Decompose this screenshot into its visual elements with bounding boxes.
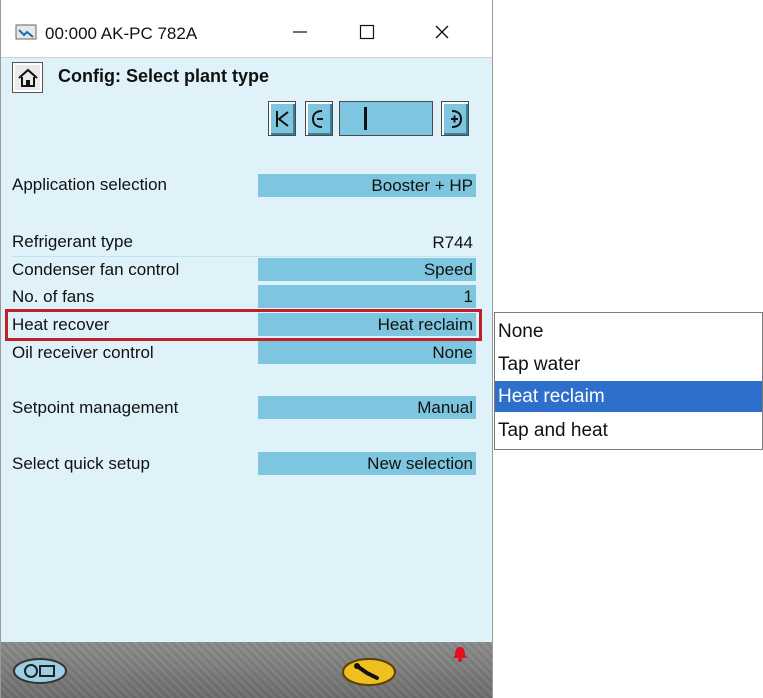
first-page-icon: [276, 110, 289, 127]
label-condenser-fan-control: Condenser fan control: [12, 260, 180, 279]
dropdown-option-tap-water[interactable]: Tap water: [495, 349, 762, 380]
dropdown-option-none[interactable]: None: [495, 316, 762, 347]
value-oil-receiver-control[interactable]: None: [258, 341, 476, 364]
alarm-bell-icon[interactable]: [452, 646, 468, 662]
value-select-quick-setup[interactable]: New selection: [258, 452, 476, 475]
home-button[interactable]: [12, 62, 43, 93]
label-oil-receiver-control: Oil receiver control: [12, 343, 154, 362]
value-no-of-fans[interactable]: 1: [258, 285, 476, 308]
value-refrigerant-type: R744: [432, 233, 473, 252]
heat-recover-dropdown[interactable]: None Tap water Heat reclaim Tap and heat: [494, 312, 763, 450]
home-icon: [17, 68, 38, 87]
dropdown-option-tap-and-heat[interactable]: Tap and heat: [495, 415, 762, 446]
minimize-icon: [293, 31, 307, 33]
value-application-selection[interactable]: Booster + HP: [258, 174, 476, 197]
maximize-icon: [359, 24, 375, 40]
status-bar-texture: [1, 642, 492, 698]
next-button[interactable]: [441, 101, 469, 136]
minimize-button[interactable]: [277, 14, 323, 50]
page-indicator: [339, 101, 433, 136]
app-window: 00:000 AK-PC 782A Config: Select plant t…: [0, 0, 493, 698]
first-page-button[interactable]: [268, 101, 296, 136]
label-setpoint-management: Setpoint management: [12, 398, 179, 417]
app-icon: [15, 24, 37, 40]
row-divider: [12, 256, 476, 257]
close-icon: [435, 25, 449, 39]
window-title: 00:000 AK-PC 782A: [45, 24, 198, 43]
status-bar: [1, 642, 492, 698]
service-tool-icon[interactable]: [341, 656, 397, 688]
label-select-quick-setup: Select quick setup: [12, 454, 150, 473]
maximize-button[interactable]: [344, 14, 390, 50]
title-bar: 00:000 AK-PC 782A: [1, 0, 492, 58]
close-button[interactable]: [419, 14, 465, 50]
previous-icon: [311, 109, 323, 128]
page-title: Config: Select plant type: [58, 66, 270, 86]
value-setpoint-management[interactable]: Manual: [258, 396, 476, 419]
plant-view-icon[interactable]: [11, 656, 69, 686]
label-no-of-fans: No. of fans: [12, 287, 95, 306]
page-indicator-bar: [364, 107, 367, 130]
label-refrigerant-type: Refrigerant type: [12, 232, 133, 251]
previous-button[interactable]: [305, 101, 333, 136]
heat-recover-highlight: [5, 309, 482, 341]
value-condenser-fan-control[interactable]: Speed: [258, 258, 476, 281]
dropdown-option-heat-reclaim[interactable]: Heat reclaim: [495, 381, 762, 412]
label-application-selection: Application selection: [12, 175, 167, 194]
next-icon: [451, 109, 463, 128]
